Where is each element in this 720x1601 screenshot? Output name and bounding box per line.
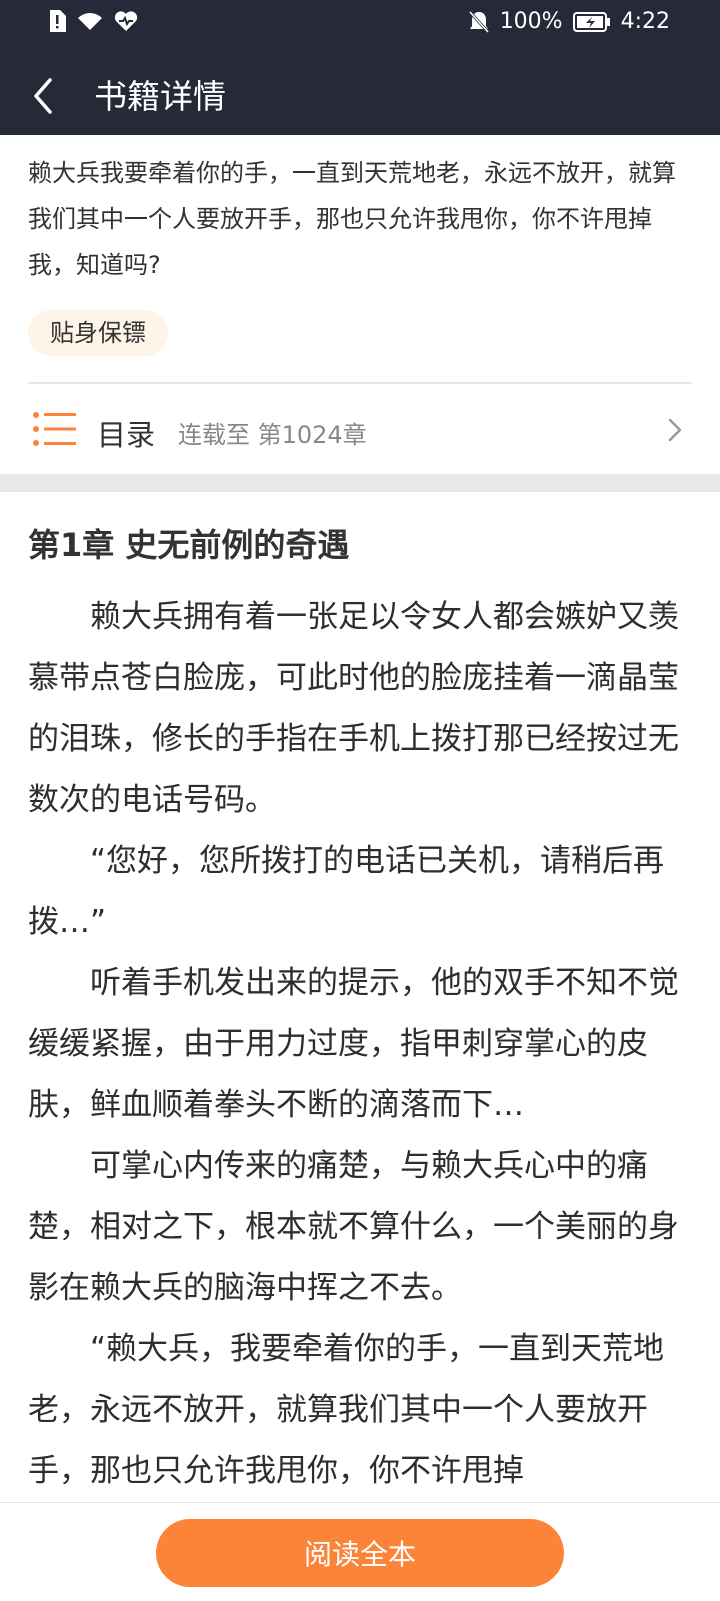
book-tag[interactable]: 贴身保镖 [28,310,168,356]
battery-charging-icon [572,11,610,32]
paragraph: “您好，您所拨打的电话已关机，请稍后再拨…” [28,843,665,940]
serial-status: 连载至 第1024章 [178,421,367,449]
section-gap [0,474,720,492]
clock: 4:22 [620,9,670,34]
status-left-icons [48,10,138,32]
book-intro: 赖大兵我要牵着你的手，一直到天荒地老，永远不放开，就算我们其中一个人要放开手，那… [28,159,676,279]
status-bar: 100% 4:22 [0,0,720,50]
paragraph: 听着手机发出来的提示，他的双手不知不觉缓缓紧握，由于用力过度，指甲刺穿掌心的皮肤… [28,965,679,1123]
wifi-icon [78,13,102,30]
status-right: 100% 4:22 [468,9,670,34]
back-arrow-icon[interactable] [28,66,68,122]
list-icon [33,412,76,446]
paragraph: 可掌心内传来的痛楚，与赖大兵心中的痛楚，相对之下，根本就不算什么，一个美丽的身影… [28,1148,679,1306]
title-row: 书籍详情 [0,60,720,130]
read-full-button[interactable]: 阅读全本 [156,1519,564,1587]
chevron-right-icon [668,418,682,442]
sim-alert-icon [50,10,66,32]
paragraph: “赖大兵，我要牵着你的手，一直到天荒地老，永远不放开，就算我们其中一个人要放开手… [28,1331,665,1489]
page-title: 书籍详情 [94,77,226,116]
chapter-content: 赖大兵拥有着一张足以令女人都会嫉妒又羡慕带点苍白脸庞，可此时他的脸庞挂着一滴晶莹… [28,587,692,1502]
battery-percent: 100% [499,9,563,34]
table-of-contents-row[interactable]: 目录 连载至 第1024章 [0,384,720,474]
health-heart-icon [114,11,138,32]
app-header: 100% 4:22 书籍详情 [0,0,720,135]
chapter-title: 第1章 史无前例的奇遇 [28,526,350,564]
toc-label: 目录 [97,418,156,452]
paragraph: 赖大兵拥有着一张足以令女人都会嫉妒又羡慕带点苍白脸庞，可此时他的脸庞挂着一滴晶莹… [28,599,679,818]
mute-bell-icon [468,10,489,33]
bottom-bar: 阅读全本 [0,1502,720,1601]
